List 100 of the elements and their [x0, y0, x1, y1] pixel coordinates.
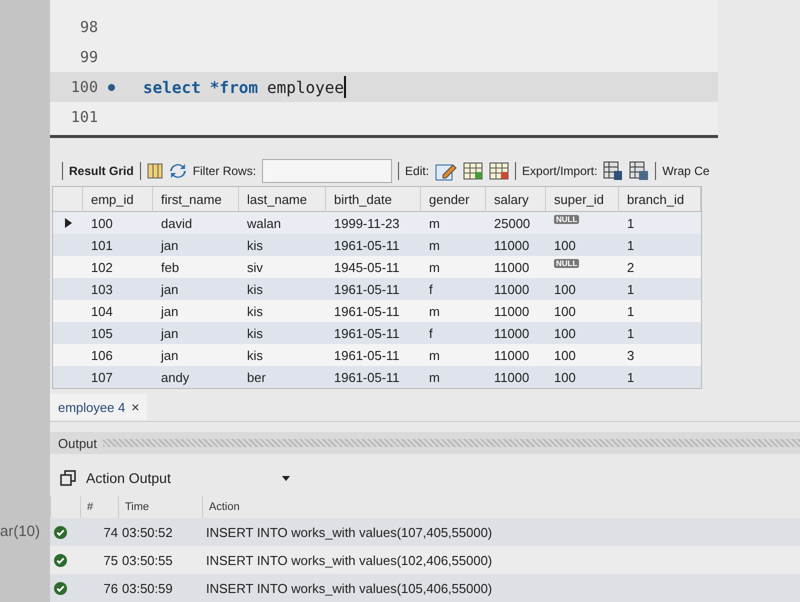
column-header[interactable]: gender	[421, 187, 486, 212]
table-cell-text: 104	[90, 302, 114, 320]
table-cell-text: jan	[160, 280, 180, 299]
table-cell-text: kis	[246, 346, 264, 364]
table-cell: 76	[80, 574, 118, 602]
table-row[interactable]: 100 david walan 1999-11-23 m 25000 NULL 1	[53, 212, 701, 234]
table-cell-text: 25000	[493, 214, 532, 232]
table-cell-text: 11000	[493, 368, 530, 386]
column-header[interactable]: super_id	[546, 187, 619, 212]
column-header[interactable]: branch_id	[619, 187, 701, 212]
wrap-cell-label: Wrap Ce	[662, 164, 710, 178]
table-cell-text: david	[160, 214, 194, 232]
export-import-label: Export/Import:	[522, 164, 598, 178]
table-cell-text: 1999-11-23	[333, 214, 401, 232]
table-cell-text: kis	[246, 236, 264, 254]
line-number: 101	[70, 108, 98, 126]
table-cell-text: 3	[626, 346, 636, 364]
add-row-icon[interactable]	[463, 162, 484, 180]
current-row-icon	[64, 218, 72, 228]
table-cell-text: kis	[246, 302, 264, 320]
table-cell-text: 1	[626, 236, 636, 254]
table-cell-text: 1961-05-11	[333, 236, 401, 254]
table-cell-text: m	[428, 236, 441, 254]
table-cell: 03:50:52	[118, 518, 202, 546]
table-cell-text: m	[428, 302, 441, 320]
columns-icon[interactable]	[146, 163, 163, 179]
import-icon[interactable]	[629, 161, 650, 181]
filter-rows-label: Filter Rows:	[192, 164, 256, 178]
table-cell-text: f	[428, 280, 434, 298]
result-tab[interactable]: employee 4 ×	[50, 394, 148, 420]
table-cell-text: 11000	[493, 346, 530, 364]
close-tab-button[interactable]: ×	[131, 399, 140, 415]
column-header[interactable]: last_name	[239, 187, 326, 212]
refresh-icon[interactable]	[168, 163, 187, 179]
table-cell-text: 11000	[493, 258, 530, 276]
success-icon	[54, 582, 67, 594]
table-cell-text: kis	[246, 280, 264, 298]
table-cell-text: 100	[553, 280, 577, 298]
export-icon[interactable]	[603, 161, 624, 181]
table-cell-text: 101	[90, 236, 114, 254]
delete-row-icon[interactable]	[489, 162, 510, 180]
result-tab-label: employee 4	[58, 400, 126, 414]
table-cell-text: m	[428, 346, 441, 364]
table-cell-text: 1961-05-11	[333, 346, 401, 364]
table-cell-text: 100	[553, 368, 577, 386]
table-cell-text: 102	[90, 258, 114, 276]
column-header[interactable]: emp_id	[83, 187, 153, 212]
table-cell-text: siv	[246, 258, 264, 276]
table-cell-text: walan	[246, 214, 282, 232]
table-cell-text: 2	[626, 258, 636, 276]
success-icon	[54, 526, 67, 538]
code-fragment: ar(10)	[0, 523, 42, 540]
table-cell-text: 100	[553, 236, 577, 254]
table-cell: 74	[80, 518, 118, 546]
table-cell-text: 1961-05-11	[333, 302, 401, 320]
text-cursor	[344, 76, 346, 98]
column-header[interactable]: first_name	[153, 187, 239, 212]
statement-marker-icon	[108, 84, 115, 90]
table-cell-text: 100	[553, 346, 577, 364]
table-cell-text: 11000	[493, 280, 530, 298]
table-cell-text: 103	[90, 280, 114, 298]
table-cell-text: 1961-05-11	[333, 368, 401, 386]
table-cell-text: 105	[90, 324, 114, 342]
success-icon	[54, 554, 67, 566]
table-cell-text: m	[428, 258, 441, 276]
table-cell-text: 100	[90, 214, 114, 232]
sql-keyword: select	[143, 78, 201, 96]
table-cell-text: m	[428, 214, 441, 232]
table-row[interactable]: 107 andy ber 1961-05-11 m 11000 100 1	[53, 366, 701, 388]
sql-editor[interactable]: 98 99 100 select *from employee 101	[50, 0, 718, 138]
null-badge: NULL	[554, 215, 580, 224]
result-grid-label: Result Grid	[69, 164, 134, 178]
table-cell: 03:50:59	[118, 574, 202, 602]
table-cell: INSERT INTO works_with values(105,406,55000)	[202, 574, 800, 602]
table-cell-text: 11000	[493, 236, 530, 254]
table-cell-text: 106	[90, 346, 114, 364]
table-row[interactable]: 105 jan kis 1961-05-11 f 11000 100 1	[53, 322, 701, 344]
table-cell-text: 11000	[493, 324, 530, 342]
line-number: 98	[78, 18, 98, 36]
output-type-dropdown[interactable]: Action Output	[50, 464, 290, 492]
table-cell-text: 1	[626, 302, 636, 320]
filter-rows-field[interactable]	[262, 159, 392, 183]
table-cell-text: 1	[626, 324, 636, 342]
table-cell-text: 1	[626, 368, 636, 386]
table-cell-text: 100	[553, 324, 577, 342]
column-header[interactable]: salary	[486, 187, 546, 212]
copy-icon	[60, 470, 76, 486]
table-cell-text: feb	[160, 258, 180, 276]
table-row[interactable]: 103 jan kis 1961-05-11 f 11000 100 1	[53, 278, 701, 300]
table-cell-text: 107	[90, 368, 114, 386]
table-cell-text: jan	[160, 236, 180, 255]
column-header[interactable]: birth_date	[326, 187, 421, 212]
table-cell-text: andy	[160, 368, 190, 387]
output-title: Output	[58, 436, 98, 450]
table-cell-text: ber	[246, 368, 267, 386]
edit-label: Edit:	[405, 164, 430, 178]
table-cell-text: 1	[626, 214, 636, 232]
table-row[interactable]: 101 jan kis 1961-05-11 m 11000 100 1	[53, 234, 701, 256]
table-cell-text: 1961-05-11	[333, 280, 401, 298]
table-cell-text: f	[428, 324, 434, 342]
